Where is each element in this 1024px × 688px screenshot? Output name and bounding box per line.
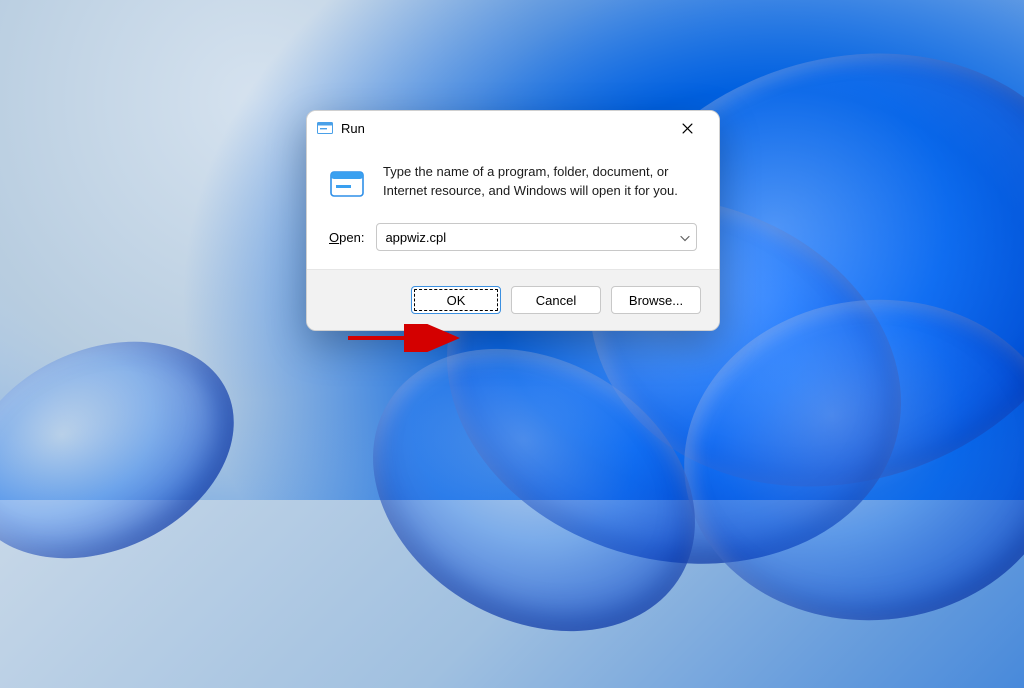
cancel-button[interactable]: Cancel — [511, 286, 601, 314]
open-input[interactable] — [376, 223, 697, 251]
dialog-body: Type the name of a program, folder, docu… — [307, 145, 719, 269]
cancel-button-label: Cancel — [536, 293, 576, 308]
run-title-icon — [317, 120, 333, 136]
open-label: Open: — [329, 230, 364, 245]
browse-button-label: Browse... — [629, 293, 683, 308]
dialog-title: Run — [341, 121, 365, 136]
browse-button[interactable]: Browse... — [611, 286, 701, 314]
run-dialog: Run Type the name of a program, folder, … — [306, 110, 720, 331]
ok-button[interactable]: OK — [411, 286, 501, 314]
close-button[interactable] — [665, 113, 709, 143]
titlebar[interactable]: Run — [307, 111, 719, 145]
instruction-text: Type the name of a program, folder, docu… — [383, 163, 697, 201]
dialog-buttons: OK Cancel Browse... — [307, 269, 719, 330]
close-icon — [682, 123, 693, 134]
run-app-icon — [329, 167, 365, 203]
ok-button-label: OK — [447, 293, 466, 308]
wallpaper-petal — [0, 300, 269, 600]
open-combobox[interactable] — [376, 223, 697, 251]
